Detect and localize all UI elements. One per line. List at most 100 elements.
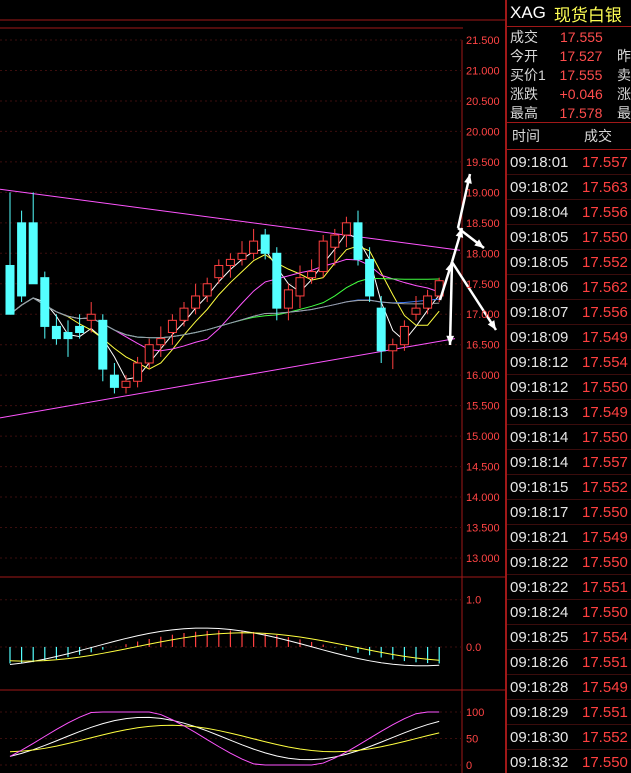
upper-trendline [0,188,461,251]
tick-price: 17.551 [582,703,628,721]
tick-time: 09:18:01 [510,153,569,171]
tick-time: 09:18:05 [510,228,569,246]
candle-body [75,325,85,334]
tick-price: 17.551 [582,653,628,671]
tick-time: 09:18:24 [510,603,569,621]
tick-row[interactable]: 09:18:05 17.552 [507,250,631,275]
tick-time: 09:18:21 [510,528,569,546]
quote-row: 涨跌 +0.046 涨 [507,84,631,103]
tick-price: 17.562 [582,278,628,296]
kline-chart[interactable]: 21.500 21.000 20.500 20.000 19.500 19.000 18.5… [0,0,505,773]
tick-row[interactable]: 09:18:14 17.557 [507,450,631,475]
tick-time: 09:18:22 [510,578,569,596]
projection-arrow [448,261,454,346]
tick-row[interactable]: 09:18:22 17.551 [507,575,631,600]
tick-row[interactable]: 09:18:21 17.549 [507,525,631,550]
tick-row[interactable]: 09:18:06 17.562 [507,275,631,300]
price-tick-label: 18.500 [466,218,500,230]
tick-row[interactable]: 09:18:24 17.550 [507,600,631,625]
kdj-tick-label: 100 [466,707,484,719]
tick-price: 17.556 [582,303,628,321]
moving-average-line [9,258,440,352]
quote-row: 最高 17.578 最 [507,103,631,122]
quote-title: XAG 现货白银 [507,0,631,27]
symbol-code: XAG [510,3,546,22]
price-tick-label: 17.500 [466,279,500,291]
tick-row[interactable]: 09:18:02 17.563 [507,175,631,200]
tick-row[interactable]: 09:18:12 17.550 [507,375,631,400]
tick-row[interactable]: 09:18:14 17.550 [507,425,631,450]
candle-body [28,222,38,285]
candle-body [98,319,108,370]
tick-row[interactable]: 09:18:22 17.550 [507,550,631,575]
kline-chart-area[interactable]: 21.500 21.000 20.500 20.000 19.500 19.000 18.5… [0,0,505,773]
tick-price: 17.552 [582,728,628,746]
candle-body [399,325,409,346]
candle-body [86,313,96,321]
price-tick-label: 16.500 [466,340,500,352]
price-tick-label: 21.000 [466,65,500,77]
price-tick-label: 13.500 [466,523,500,535]
symbol-name: 现货白银 [553,5,622,25]
candle-body [202,283,212,297]
tick-row[interactable]: 09:18:13 17.549 [507,400,631,425]
tick-row[interactable]: 09:18:26 17.551 [507,650,631,675]
price-tick-label: 16.000 [466,370,500,382]
tick-row[interactable]: 09:18:01 17.557 [507,150,631,175]
candle-body [17,222,27,297]
tick-price: 17.549 [582,403,628,421]
tick-row[interactable]: 09:18:30 17.552 [507,725,631,750]
tick-row[interactable]: 09:18:12 17.554 [507,350,631,375]
candle-body [260,234,270,254]
ticks-list[interactable]: 09:18:01 17.557 09:18:02 17.563 09:18:04 17.5… [507,150,631,773]
price-tick-label: 19.500 [466,157,500,169]
macd-tick-label: 1.0 [466,595,481,607]
moving-average-line [9,245,440,370]
tick-time: 09:18:12 [510,353,569,371]
price-tick-label: 21.500 [466,35,500,47]
tick-row[interactable]: 09:18:28 17.549 [507,675,631,700]
tick-price: 17.550 [582,378,628,396]
moving-average-line [9,232,440,380]
price-tick-label: 15.500 [466,401,500,413]
tick-row[interactable]: 09:18:05 17.550 [507,225,631,250]
candle-body [121,380,131,388]
kdj-tick-label: 50 [466,734,478,746]
candle-body [388,344,398,352]
candle-body [191,295,201,309]
candle-body [167,319,177,334]
ticks-header: 时间 成交 [507,123,631,150]
tick-price: 17.550 [582,503,628,521]
candle-body [376,307,386,352]
tick-row[interactable]: 09:18:15 17.552 [507,475,631,500]
tick-price: 17.550 [582,603,628,621]
tick-row[interactable]: 09:18:25 17.554 [507,625,631,650]
candle-body [133,362,143,382]
kdj-j-line [9,711,440,766]
macd-tick-label: 0.0 [466,642,481,654]
quote-value: +0.046 [559,85,603,102]
tick-row[interactable]: 09:18:07 17.556 [507,300,631,325]
candle-body [63,332,73,340]
candle-body [51,325,61,340]
price-tick-label: 20.000 [466,126,500,138]
quote-label: 涨跌 [510,85,538,102]
candle-body [295,277,305,297]
tick-row[interactable]: 09:18:29 17.551 [507,700,631,725]
tick-time: 09:18:25 [510,628,569,646]
ticks-header-price: 成交 [584,128,612,144]
tick-row[interactable]: 09:18:09 17.549 [507,325,631,350]
tick-price: 17.550 [582,428,628,446]
candle-body [237,252,247,260]
candle-body [365,258,375,297]
tick-time: 09:18:07 [510,303,569,321]
candle-body [307,271,317,279]
price-tick-label: 19.000 [466,187,500,199]
tick-price: 17.557 [582,153,628,171]
tick-time: 09:18:26 [510,653,569,671]
tick-price: 17.554 [582,628,628,646]
tick-row[interactable]: 09:18:17 17.550 [507,500,631,525]
tick-time: 09:18:30 [510,728,569,746]
tick-row[interactable]: 09:18:32 17.550 [507,750,631,773]
tick-row[interactable]: 09:18:04 17.556 [507,200,631,225]
